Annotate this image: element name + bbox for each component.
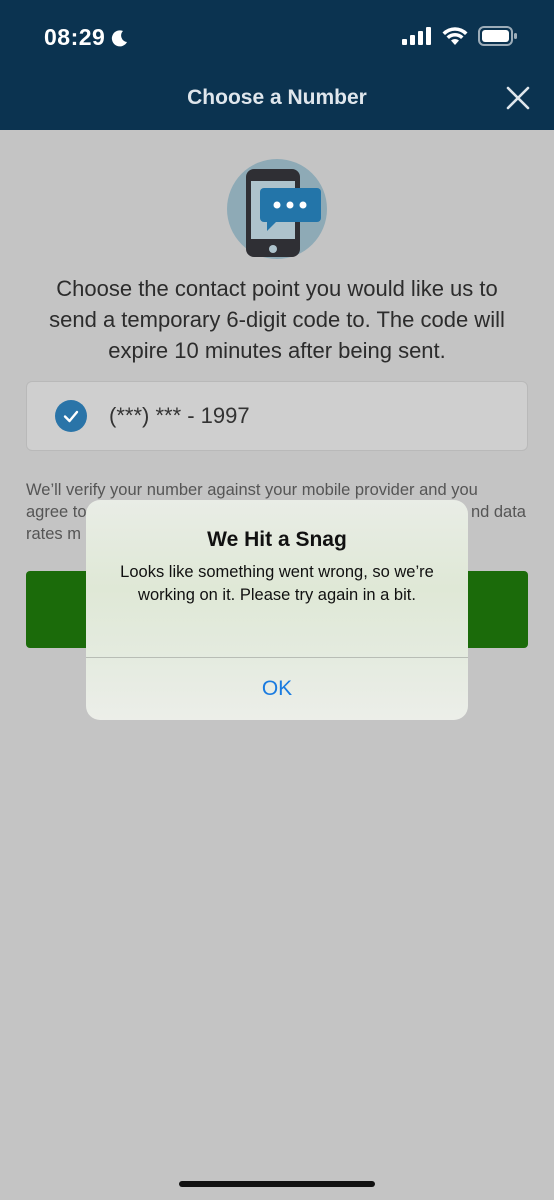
status-time-label: 08:29	[44, 24, 106, 50]
disclaimer-line-2-start: agree to	[26, 503, 87, 521]
battery-icon	[478, 26, 517, 46]
contact-number: (***) *** - 1997	[109, 403, 250, 428]
error-alert-dialog: We Hit a Snag Looks like something went …	[86, 500, 468, 720]
check-glyph-icon	[63, 410, 79, 423]
disclaimer-line-2-end: nd data	[470, 503, 526, 521]
header: 08:29 Choose a Number	[0, 0, 554, 130]
alert-ok-button[interactable]: OK	[86, 658, 468, 720]
page-title: Choose a Number	[187, 86, 367, 109]
disclaimer-line-1: We’ll verify your number against your mo…	[26, 481, 478, 499]
wifi-icon	[442, 26, 468, 45]
status-icons	[402, 26, 518, 46]
screen: 08:29 Choose a Number Choose the contact…	[0, 0, 554, 1200]
status-time: 08:29	[44, 24, 129, 51]
instructions-text: Choose the contact point you would like …	[49, 276, 505, 363]
phone-chat-icon	[227, 159, 327, 259]
moon-icon	[112, 29, 128, 46]
close-button[interactable]	[502, 82, 534, 114]
contact-option[interactable]: (***) *** - 1997	[26, 381, 528, 451]
cellular-signal-icon	[402, 27, 431, 45]
home-indicator[interactable]	[179, 1181, 375, 1187]
checkmark-icon[interactable]	[55, 400, 87, 432]
close-icon	[506, 86, 530, 110]
alert-title: We Hit a Snag	[207, 528, 347, 551]
alert-message: Looks like something went wrong, so we’r…	[120, 563, 434, 604]
